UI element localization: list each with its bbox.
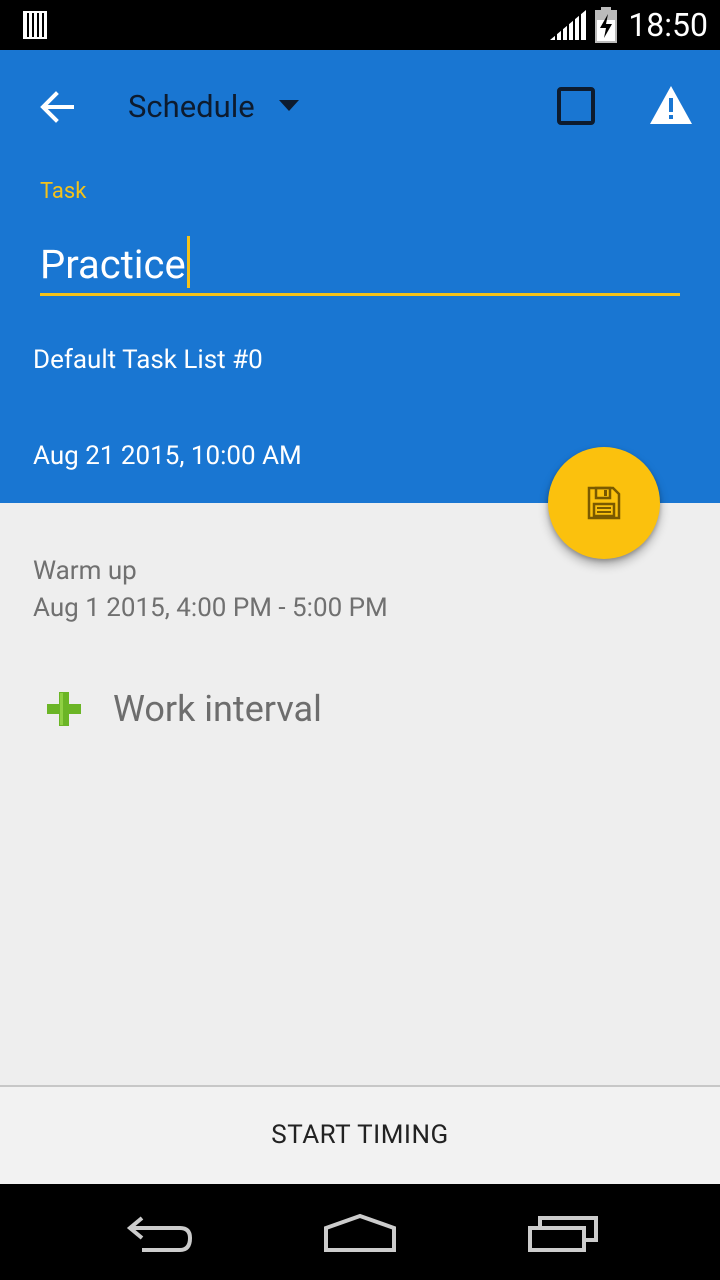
task-date-selector[interactable]: Aug 21 2015, 10:00 AM bbox=[33, 438, 302, 474]
plus-icon bbox=[47, 692, 81, 726]
arrow-back-icon[interactable] bbox=[38, 88, 76, 126]
save-icon bbox=[587, 486, 621, 520]
home-nav-icon[interactable] bbox=[322, 1212, 398, 1254]
task-name-input[interactable]: Practice bbox=[40, 236, 680, 296]
save-fab-button[interactable] bbox=[548, 447, 660, 559]
start-timing-button[interactable]: START TIMING bbox=[0, 1085, 720, 1184]
add-work-interval-button[interactable]: Work interval bbox=[33, 680, 433, 740]
schedule-dropdown[interactable]: Schedule bbox=[128, 88, 255, 126]
interval-title: Warm up bbox=[33, 556, 137, 586]
task-list-selector[interactable]: Default Task List #0 bbox=[33, 342, 263, 378]
text-cursor bbox=[186, 236, 190, 288]
recents-nav-icon[interactable] bbox=[526, 1214, 600, 1254]
sd-card-icon bbox=[23, 11, 47, 39]
clock: 18:50 bbox=[628, 6, 708, 44]
start-timing-label: START TIMING bbox=[271, 1119, 449, 1150]
add-interval-label: Work interval bbox=[113, 688, 322, 730]
battery-charging-icon bbox=[595, 7, 617, 43]
toolbar-title: Schedule bbox=[128, 88, 255, 125]
task-field-label: Task bbox=[40, 179, 87, 204]
checkbox-outline-icon[interactable] bbox=[556, 86, 596, 126]
warning-icon[interactable] bbox=[648, 84, 694, 126]
back-nav-icon[interactable] bbox=[124, 1214, 196, 1254]
interval-time: Aug 1 2015, 4:00 PM - 5:00 PM bbox=[33, 593, 388, 623]
dropdown-arrow-icon[interactable] bbox=[278, 99, 300, 113]
task-name-value: Practice bbox=[40, 241, 186, 288]
system-nav-bar bbox=[0, 1184, 720, 1280]
status-bar: 18:50 bbox=[0, 0, 720, 50]
signal-icon bbox=[550, 10, 586, 41]
